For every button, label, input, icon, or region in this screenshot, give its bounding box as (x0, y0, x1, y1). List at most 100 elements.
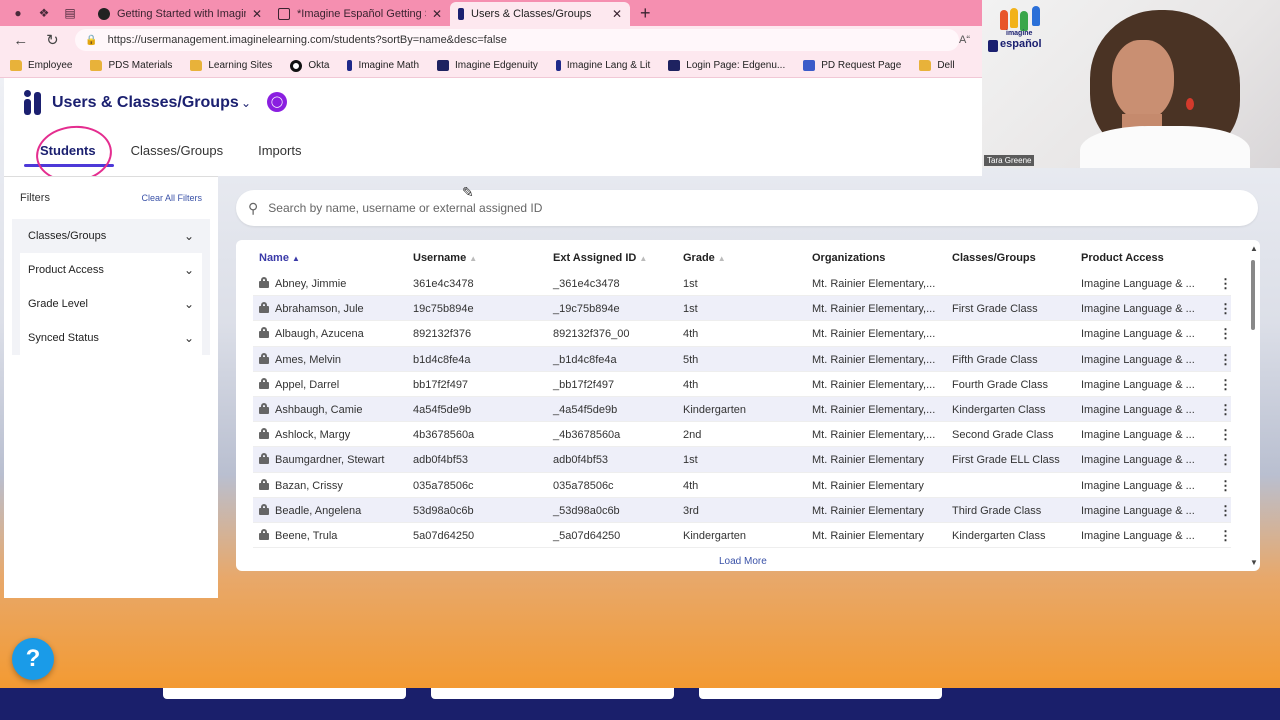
browser-tab-imagine-espanol[interactable]: *Imagine Español Getting Starte ✕ (270, 2, 450, 26)
row-menu-icon[interactable]: ⋮ (1219, 301, 1232, 317)
table-cell[interactable]: Abney, Jimmie (275, 278, 346, 290)
close-tab-icon[interactable]: ✕ (252, 7, 262, 21)
filters-title: Filters (20, 192, 50, 204)
table-row[interactable]: Ashbaugh, Camie 4a54f5de9b _4a54f5de9b Kind… (253, 396, 1232, 423)
table-cell[interactable]: Beadle, Angelena (275, 505, 361, 517)
kids-illustration-icon (1000, 6, 1046, 31)
row-menu-icon[interactable]: ⋮ (1219, 276, 1232, 292)
load-more-link[interactable]: Load More (719, 556, 767, 567)
bookmark-imagine-lang-lit[interactable]: Imagine Lang & Lit (555, 60, 650, 71)
close-tab-icon[interactable]: ✕ (612, 7, 622, 21)
folder-icon (10, 60, 22, 71)
row-menu-icon[interactable]: ⋮ (1219, 427, 1232, 443)
table-cell[interactable]: Appel, Darrel (275, 379, 339, 391)
table-cell[interactable]: Ashlock, Margy (275, 429, 350, 441)
row-menu-icon[interactable]: ⋮ (1219, 352, 1232, 368)
refresh-icon[interactable]: ↻ (42, 31, 64, 49)
table-cell: Kindergarten (683, 403, 746, 416)
table-row[interactable]: Bazan, Crissy 035a78506c 035a78506c 4th Mt. … (253, 473, 1232, 498)
tab-actions-icon[interactable]: ▤ (62, 5, 78, 21)
row-menu-icon[interactable]: ⋮ (1219, 478, 1232, 494)
scrollbar-thumb[interactable] (1251, 260, 1255, 330)
browser-tab-getting-started[interactable]: Getting Started with Imagine Esp ✕ (90, 2, 270, 26)
col-header-ext-id[interactable]: Ext Assigned ID ▲ (553, 252, 647, 264)
filter-classes-groups[interactable]: Classes/Groups ⌄ (20, 219, 202, 253)
profile-icon[interactable]: ● (10, 5, 26, 21)
presenter-name: Tara Greene (984, 155, 1035, 166)
lock-icon (259, 503, 269, 515)
okta-icon (290, 59, 303, 72)
imagine-icon (347, 60, 353, 71)
table-cell[interactable]: Abrahamson, Jule (275, 303, 364, 315)
read-aloud-icon[interactable]: A“ (959, 34, 970, 46)
table-cell: Imagine Language & ... (1081, 454, 1195, 467)
bookmark-imagine-edgenuity[interactable]: Imagine Edgenuity (437, 60, 538, 71)
row-menu-icon[interactable]: ⋮ (1219, 528, 1232, 544)
new-tab-icon[interactable]: + (640, 3, 651, 24)
table-cell[interactable]: Ames, Melvin (275, 354, 341, 366)
table-row[interactable]: Beadle, Angelena 53d98a0c6b _53d98a0c6b 3rd… (253, 497, 1232, 523)
table-row[interactable]: Beene, Trula 5a07d64250 _5a07d64250 Kinderg… (253, 523, 1232, 549)
col-header-grade[interactable]: Grade ▲ (683, 252, 726, 264)
help-button[interactable]: ? (12, 638, 54, 680)
filter-synced-status[interactable]: Synced Status ⌄ (20, 321, 202, 355)
lock-icon (259, 377, 269, 389)
row-menu-icon[interactable]: ⋮ (1219, 402, 1232, 418)
app-title[interactable]: Users & Classes/Groups (52, 94, 239, 112)
browser-tab-users-classes[interactable]: Users & Classes/Groups ✕ (450, 2, 630, 26)
sort-icon: ▲ (639, 254, 648, 263)
url-field[interactable]: 🔒 https://usermanagement.imaginelearning… (75, 29, 959, 51)
scroll-down-icon[interactable]: ▼ (1250, 558, 1258, 567)
filter-grade-level[interactable]: Grade Level ⌄ (20, 287, 202, 321)
row-menu-icon[interactable]: ⋮ (1219, 503, 1232, 519)
bookmark-pd-request[interactable]: PD Request Page (803, 60, 901, 71)
table-cell: Mt. Rainier Elementary,... (812, 378, 936, 391)
bookmark-employee[interactable]: Employee (10, 60, 72, 71)
filter-product-access[interactable]: Product Access ⌄ (20, 253, 202, 287)
bookmark-imagine-math[interactable]: Imagine Math (347, 60, 419, 71)
tab-classes-groups[interactable]: Classes/Groups (131, 138, 223, 176)
search-input[interactable] (268, 201, 1169, 215)
table-cell[interactable]: Beene, Trula (275, 530, 337, 542)
bookmark-pds-materials[interactable]: PDS Materials (90, 60, 172, 71)
row-menu-icon[interactable]: ⋮ (1219, 326, 1232, 342)
table-cell: Fourth Grade Class (952, 378, 1048, 391)
table-cell[interactable]: Bazan, Crissy (275, 480, 343, 492)
table-row[interactable]: Baumgardner, Stewart adb0f4bf53 adb0f4bf53… (253, 447, 1232, 473)
workspaces-icon[interactable]: ❖ (36, 5, 52, 21)
bookmark-okta[interactable]: Okta (290, 59, 329, 72)
table-cell: Imagine Language & ... (1081, 429, 1195, 442)
table-scrollbar[interactable]: ▲ ▼ (1250, 244, 1258, 568)
bookmark-login-edgenuity[interactable]: Login Page: Edgenu... (668, 60, 785, 71)
chevron-down-icon[interactable]: ⌄ (241, 96, 251, 110)
table-cell: Mt. Rainier Elementary,... (812, 353, 936, 366)
table-cell: Mt. Rainier Elementary,... (812, 303, 936, 316)
table-row[interactable]: Albaugh, Azucena 892132f376 892132f376_00 4… (253, 321, 1232, 347)
table-row[interactable]: Abrahamson, Jule 19c75b894e _19c75b894e 1st… (253, 296, 1232, 322)
table-cell: Third Grade Class (952, 504, 1042, 517)
table-cell[interactable]: Ashbaugh, Camie (275, 404, 362, 416)
lightbulb-icon[interactable]: ◯ (267, 92, 287, 112)
table-row[interactable]: Ashlock, Margy 4b3678560a _4b3678560a 2nd Mt… (253, 422, 1232, 448)
imagine-logo-icon (24, 90, 44, 116)
scroll-up-icon[interactable]: ▲ (1250, 244, 1258, 253)
back-icon[interactable]: ← (10, 32, 32, 49)
row-menu-icon[interactable]: ⋮ (1219, 377, 1232, 393)
bookmark-dell[interactable]: Dell (919, 60, 955, 71)
col-header-username[interactable]: Username ▲ (413, 252, 477, 264)
table-row[interactable]: Appel, Darrel bb17f2f497 _bb17f2f497 4th Mt.… (253, 372, 1232, 397)
bookmark-learning-sites[interactable]: Learning Sites (190, 60, 272, 71)
close-tab-icon[interactable]: ✕ (432, 7, 442, 21)
table-row[interactable]: Ames, Melvin b1d4c8fe4a _b1d4c8fe4a 5th Mt. … (253, 346, 1232, 372)
table-cell: bb17f2f497 (413, 378, 469, 391)
table-cell[interactable]: Baumgardner, Stewart (275, 454, 384, 466)
table-cell: 4b3678560a (413, 429, 475, 442)
filters-sidebar: Filters Clear All Filters Classes/Groups… (4, 176, 218, 598)
table-cell[interactable]: Albaugh, Azucena (275, 328, 364, 340)
table-row[interactable]: Abney, Jimmie 361e4c3478 _361e4c3478 1st Mt.… (253, 271, 1232, 297)
row-menu-icon[interactable]: ⋮ (1219, 452, 1232, 468)
col-header-name[interactable]: Name ▲ (259, 252, 300, 264)
tab-imports[interactable]: Imports (258, 138, 301, 176)
table-cell: Imagine Language & ... (1081, 303, 1195, 316)
clear-all-filters-link[interactable]: Clear All Filters (141, 193, 202, 203)
